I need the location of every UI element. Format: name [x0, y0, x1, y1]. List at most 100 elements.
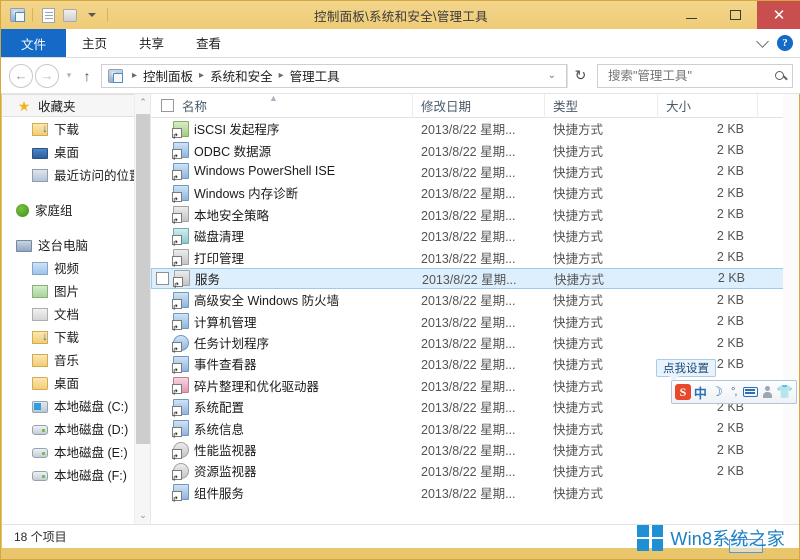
soft-keyboard-icon[interactable]	[743, 382, 758, 402]
punctuation-icon[interactable]: °,	[726, 382, 741, 402]
control-panel-icon[interactable]	[7, 5, 27, 25]
sidebar-item-drive-e[interactable]: 本地磁盘 (E:)	[2, 440, 150, 463]
file-name-cell[interactable]: Windows PowerShell ISE	[151, 163, 413, 179]
sidebar-scrollbar[interactable]: ⌃ ⌄	[134, 94, 150, 524]
tab-view[interactable]: 查看	[180, 29, 237, 57]
maximize-button[interactable]	[713, 1, 757, 29]
search-box[interactable]	[597, 64, 793, 88]
file-name-cell[interactable]: iSCSI 发起程序	[151, 119, 413, 138]
breadcrumb-item-0[interactable]: 控制面板	[143, 66, 193, 85]
sidebar-scrollbar-thumb[interactable]	[136, 114, 150, 444]
table-row[interactable]: ODBC 数据源2013/8/22 星期...快捷方式2 KB	[151, 139, 799, 160]
customize-caret-icon[interactable]	[82, 5, 102, 25]
close-button[interactable]: ✕	[757, 1, 800, 29]
table-row[interactable]: 组件服务2013/8/22 星期...快捷方式	[151, 482, 799, 503]
chevron-down-icon[interactable]	[756, 35, 769, 48]
file-list-scrollbar[interactable]	[783, 94, 799, 524]
file-name-cell[interactable]: 性能监视器	[151, 440, 413, 459]
row-checkbox[interactable]	[156, 272, 169, 285]
sidebar-item-videos[interactable]: 视频	[2, 256, 150, 279]
new-folder-icon[interactable]	[60, 5, 80, 25]
chinese-mode-icon[interactable]: 中	[693, 382, 708, 402]
breadcrumb-root-icon[interactable]	[108, 69, 123, 83]
select-all-checkbox[interactable]	[161, 99, 174, 112]
file-name-cell[interactable]: 本地安全策略	[151, 205, 413, 224]
file-name-cell[interactable]: 组件服务	[151, 483, 413, 502]
file-name-cell[interactable]: 计算机管理	[151, 312, 413, 331]
file-name-cell[interactable]: 服务	[152, 269, 414, 288]
skin-icon[interactable]: 👕	[777, 382, 793, 402]
forward-button[interactable]: →	[35, 64, 59, 88]
sidebar-item-pictures[interactable]: 图片	[2, 279, 150, 302]
up-button[interactable]: ↑	[77, 68, 97, 84]
tab-share[interactable]: 共享	[123, 29, 180, 57]
sidebar-item-drive-c[interactable]: 本地磁盘 (C:)	[2, 394, 150, 417]
user-icon[interactable]	[760, 382, 775, 402]
table-row[interactable]: 服务2013/8/22 星期...快捷方式2 KB	[151, 268, 799, 289]
sidebar-item-recent-places[interactable]: 最近访问的位置	[2, 163, 150, 186]
ime-toolbar[interactable]: S 中 ☽ °, 👕	[671, 380, 797, 404]
breadcrumb[interactable]: ▸ 控制面板 ▸ 系统和安全 ▸ 管理工具 ⌄	[101, 64, 567, 88]
table-row[interactable]: 任务计划程序2013/8/22 星期...快捷方式2 KB	[151, 332, 799, 353]
table-row[interactable]: 打印管理2013/8/22 星期...快捷方式2 KB	[151, 246, 799, 267]
file-name-label: 系统信息	[194, 419, 244, 438]
sidebar-item-this-pc[interactable]: 这台电脑	[2, 233, 150, 256]
breadcrumb-separator-2[interactable]: ▸	[279, 70, 284, 81]
column-header-name[interactable]: 名称	[182, 94, 413, 118]
file-name-cell[interactable]: 高级安全 Windows 防火墙	[151, 290, 413, 309]
breadcrumb-item-2[interactable]: 管理工具	[290, 66, 340, 85]
sidebar-item-music[interactable]: 音乐	[2, 348, 150, 371]
table-row[interactable]: 资源监视器2013/8/22 星期...快捷方式2 KB	[151, 460, 799, 481]
file-name-cell[interactable]: 资源监视器	[151, 461, 413, 480]
file-name-cell[interactable]: 系统配置	[151, 397, 413, 416]
table-row[interactable]: iSCSI 发起程序2013/8/22 星期...快捷方式2 KB	[151, 118, 799, 139]
table-row[interactable]: 高级安全 Windows 防火墙2013/8/22 星期...快捷方式2 KB	[151, 289, 799, 310]
properties-icon[interactable]	[38, 5, 58, 25]
table-row[interactable]: Windows PowerShell ISE2013/8/22 星期...快捷方…	[151, 161, 799, 182]
scroll-up-icon[interactable]: ⌃	[135, 94, 151, 111]
file-name-cell[interactable]: 任务计划程序	[151, 333, 413, 352]
file-date-cell: 2013/8/22 星期...	[413, 183, 545, 202]
breadcrumb-separator-0[interactable]: ▸	[132, 70, 137, 81]
history-dropdown-icon[interactable]: ▾	[61, 70, 77, 81]
table-row[interactable]: 性能监视器2013/8/22 星期...快捷方式2 KB	[151, 439, 799, 460]
search-input[interactable]	[606, 68, 775, 84]
refresh-button[interactable]: ↻	[567, 64, 593, 88]
minimize-button[interactable]	[669, 1, 713, 29]
moon-icon[interactable]: ☽	[710, 382, 725, 402]
sidebar-item-downloads[interactable]: 下载	[2, 117, 150, 140]
scroll-down-icon[interactable]: ⌄	[135, 507, 151, 524]
file-name-cell[interactable]: ODBC 数据源	[151, 141, 413, 160]
table-row[interactable]: 系统信息2013/8/22 星期...快捷方式2 KB	[151, 417, 799, 438]
table-row[interactable]: 本地安全策略2013/8/22 星期...快捷方式2 KB	[151, 204, 799, 225]
file-name-cell[interactable]: 打印管理	[151, 248, 413, 267]
breadcrumb-item-1[interactable]: 系统和安全	[210, 66, 273, 85]
column-header-date[interactable]: 修改日期	[413, 94, 545, 118]
sidebar-item-documents[interactable]: 文档	[2, 302, 150, 325]
tab-home[interactable]: 主页	[66, 29, 123, 57]
search-icon[interactable]	[775, 71, 784, 80]
file-name-cell[interactable]: 事件查看器	[151, 354, 413, 373]
sidebar-item-favorites[interactable]: ★ 收藏夹	[2, 94, 150, 117]
table-row[interactable]: Windows 内存诊断2013/8/22 星期...快捷方式2 KB	[151, 182, 799, 203]
sidebar-item-desktop-pc[interactable]: 桌面	[2, 371, 150, 394]
help-icon[interactable]: ?	[777, 35, 793, 51]
table-row[interactable]: 磁盘清理2013/8/22 星期...快捷方式2 KB	[151, 225, 799, 246]
sidebar-item-drive-f[interactable]: 本地磁盘 (F:)	[2, 463, 150, 486]
back-button[interactable]: ←	[9, 64, 33, 88]
file-name-cell[interactable]: Windows 内存诊断	[151, 183, 413, 202]
address-dropdown-icon[interactable]: ⌄	[542, 70, 562, 81]
tab-file[interactable]: 文件	[1, 29, 66, 57]
breadcrumb-separator-1[interactable]: ▸	[199, 70, 204, 81]
table-row[interactable]: 计算机管理2013/8/22 星期...快捷方式2 KB	[151, 311, 799, 332]
file-name-cell[interactable]: 系统信息	[151, 419, 413, 438]
sidebar-item-desktop[interactable]: 桌面	[2, 140, 150, 163]
file-name-cell[interactable]: 碎片整理和优化驱动器	[151, 376, 413, 395]
file-name-cell[interactable]: 磁盘清理	[151, 226, 413, 245]
sidebar-item-homegroup[interactable]: 家庭组	[2, 198, 150, 221]
column-header-size[interactable]: 大小	[658, 94, 758, 118]
sidebar-item-downloads-pc[interactable]: 下载	[2, 325, 150, 348]
sidebar-item-drive-d[interactable]: 本地磁盘 (D:)	[2, 417, 150, 440]
column-header-type[interactable]: 类型	[545, 94, 658, 118]
sogou-logo-icon[interactable]: S	[675, 382, 691, 402]
